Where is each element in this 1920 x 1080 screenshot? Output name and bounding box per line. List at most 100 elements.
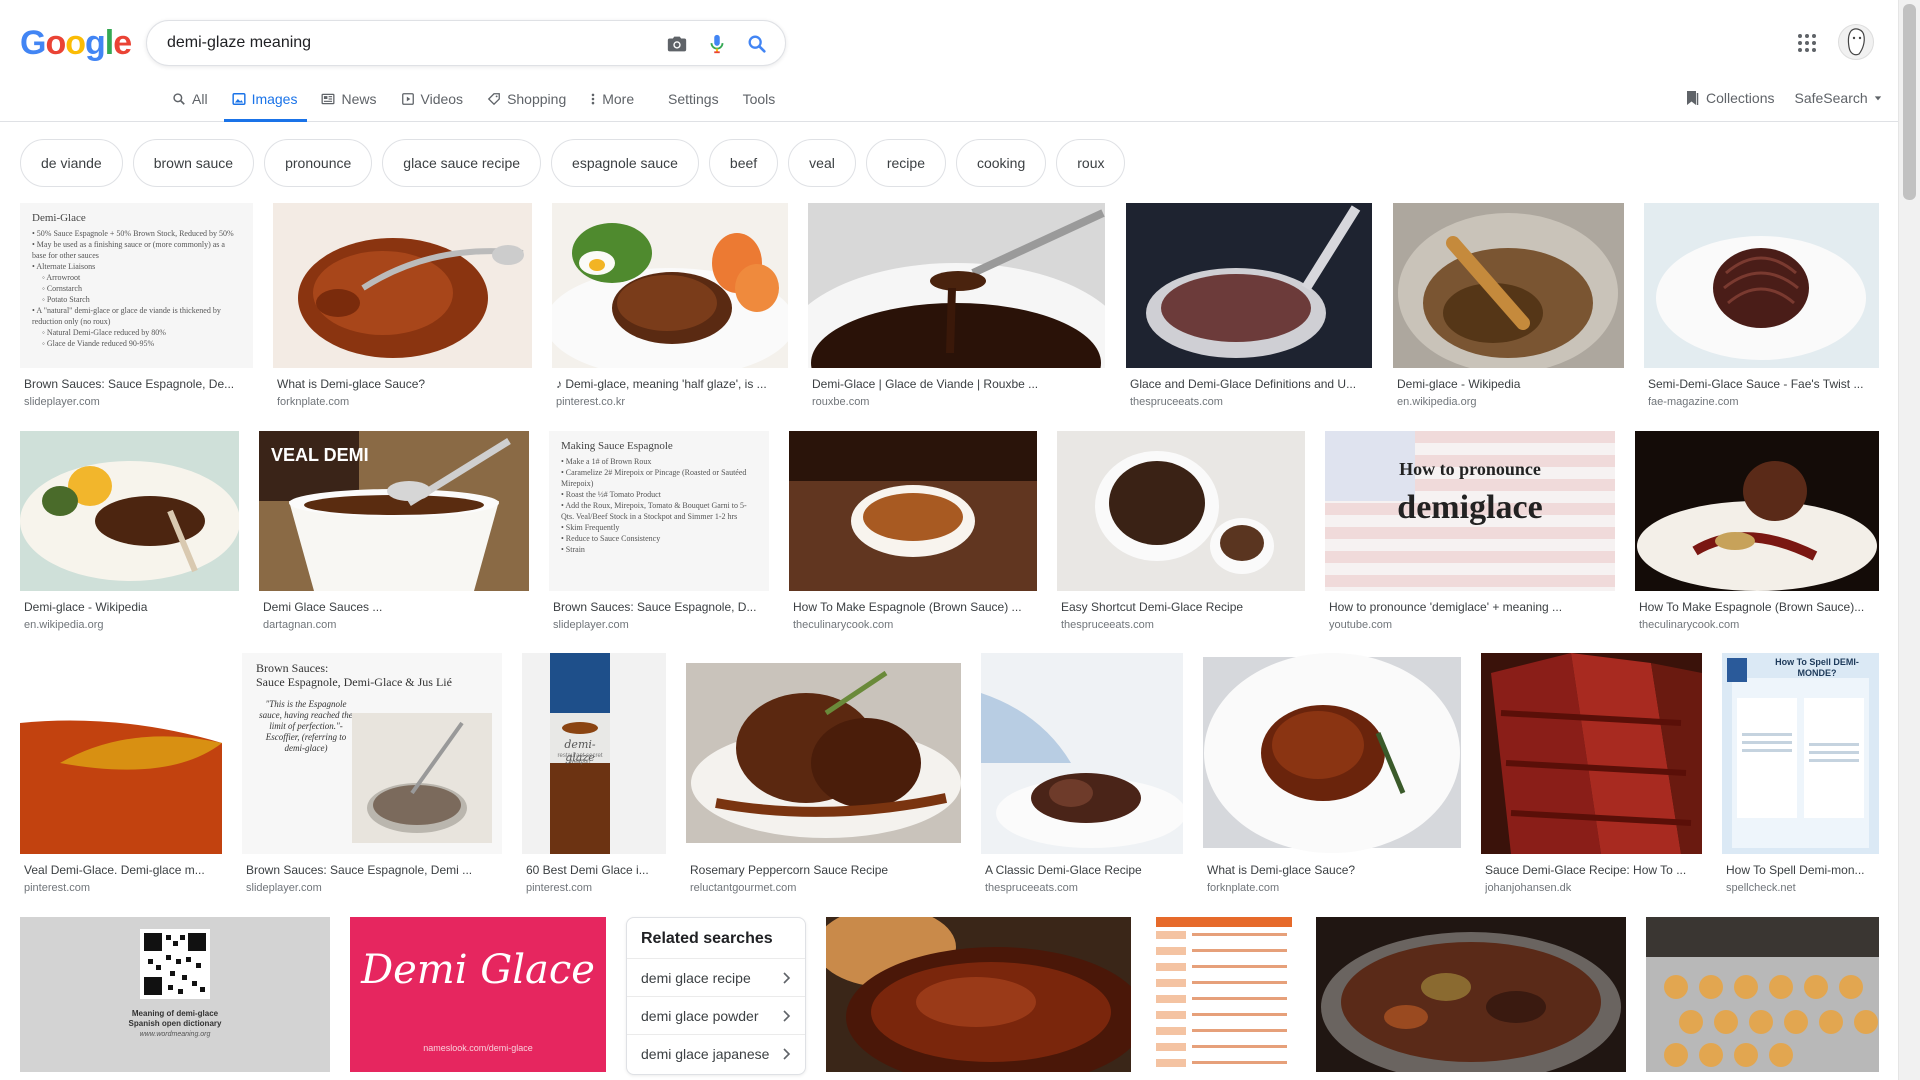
qr-code-icon xyxy=(140,929,210,999)
chip[interactable]: espagnole sauce xyxy=(551,139,699,187)
image-result[interactable]: demi-glaze restaurant secret weapon 60 B… xyxy=(522,653,666,898)
chip[interactable]: recipe xyxy=(865,139,946,187)
tab-news[interactable]: News xyxy=(313,85,386,122)
result-caption: Demi-Glace | Glace de Viande | Rouxbe ..… xyxy=(812,377,1039,391)
image-result[interactable] xyxy=(1646,917,1879,1072)
search-icon xyxy=(173,93,185,105)
image-result[interactable]: Sauce Demi-Glace Recipe: How To ... joha… xyxy=(1481,653,1702,898)
result-source: pinterest.com xyxy=(526,882,593,894)
thumb-label: restaurant secret weapon xyxy=(557,753,603,765)
chip[interactable]: cooking xyxy=(955,139,1047,187)
result-thumbnail xyxy=(686,653,961,854)
tab-label: Images xyxy=(251,91,298,107)
image-result[interactable]: A Classic Demi-Glace Recipe thespruceeat… xyxy=(981,653,1183,898)
avatar[interactable] xyxy=(1838,24,1874,60)
safesearch-menu[interactable]: SafeSearch xyxy=(1794,90,1881,106)
chip[interactable]: beef xyxy=(708,139,779,187)
image-result[interactable] xyxy=(826,917,1131,1072)
tools-link[interactable]: Tools xyxy=(743,91,776,107)
image-result[interactable]: Demi-glace - Wikipedia en.wikipedia.org xyxy=(1393,203,1624,413)
chip[interactable]: brown sauce xyxy=(132,139,255,187)
image-result[interactable]: Glace and Demi-Glace Definitions and U..… xyxy=(1126,203,1372,413)
result-thumbnail xyxy=(1635,431,1879,591)
image-result[interactable] xyxy=(1316,917,1626,1072)
tab-all[interactable]: All xyxy=(164,85,218,122)
tab-more[interactable]: More xyxy=(582,85,644,122)
tab-shopping[interactable]: Shopping xyxy=(479,85,576,122)
image-result[interactable]: Meaning of demi-glace Spanish open dicti… xyxy=(20,917,330,1072)
thumb-line: ◦ Glace de Viande reduced 90-95% xyxy=(42,339,155,348)
result-source: youtube.com xyxy=(1329,619,1392,631)
image-result[interactable]: Rosemary Peppercorn Sauce Recipe relucta… xyxy=(686,653,961,898)
result-source: rouxbe.com xyxy=(812,396,870,408)
thumb-title: Making Sauce Espagnole xyxy=(561,440,673,452)
result-source: fae-magazine.com xyxy=(1648,396,1739,408)
result-thumbnail: Brown Sauces: Sauce Espagnole, Demi-Glac… xyxy=(242,653,502,854)
microphone-icon[interactable] xyxy=(705,32,729,56)
image-result[interactable]: How To Make Espagnole (Brown Sauce) ... … xyxy=(789,431,1037,636)
chip[interactable]: pronounce xyxy=(264,139,373,187)
settings-link[interactable]: Settings xyxy=(668,91,719,107)
thumb-line: • Alternate Liaisons xyxy=(32,262,96,271)
apps-grid-icon[interactable] xyxy=(1795,31,1819,55)
tab-label: News xyxy=(341,91,377,107)
chevron-right-icon xyxy=(783,1009,791,1022)
result-caption: Veal Demi-Glace. Demi-glace m... xyxy=(24,863,205,877)
chip[interactable]: roux xyxy=(1056,139,1126,187)
thumb-line: • Roast the ½# Tomato Product xyxy=(561,490,661,499)
image-result[interactable]: Veal Demi-Glace. Demi-glace m... pintere… xyxy=(20,653,222,898)
image-result[interactable]: Brown Sauces: Sauce Espagnole, Demi-Glac… xyxy=(242,653,502,898)
thumb-label: How to pronounce xyxy=(1399,459,1541,479)
image-result[interactable]: How To Make Espagnole (Brown Sauce)... t… xyxy=(1635,431,1879,636)
image-result[interactable]: Demi-glace - Wikipedia en.wikipedia.org xyxy=(20,431,239,636)
result-caption: Demi Glace Sauces ... xyxy=(263,600,383,614)
result-thumbnail xyxy=(981,653,1183,854)
result-thumbnail: How to pronounce demiglace xyxy=(1325,431,1615,591)
camera-icon[interactable] xyxy=(665,32,689,56)
tab-images[interactable]: Images xyxy=(223,85,308,122)
result-caption: Rosemary Peppercorn Sauce Recipe xyxy=(690,863,889,877)
thumb-line: • Caramelize 2# Mirepoix or Pincage (Roa… xyxy=(561,468,747,488)
image-result[interactable]: How to pronounce demiglace How to pronou… xyxy=(1325,431,1615,636)
result-caption: A Classic Demi-Glace Recipe xyxy=(985,863,1142,877)
image-result[interactable]: ♪ Demi-glace, meaning 'half glaze', is .… xyxy=(552,203,788,413)
result-caption: Brown Sauces: Sauce Espagnole, Demi ... xyxy=(246,863,473,877)
image-result[interactable]: Demi-Glace | Glace de Viande | Rouxbe ..… xyxy=(808,203,1105,413)
result-caption: Sauce Demi-Glace Recipe: How To ... xyxy=(1485,863,1687,877)
image-result[interactable]: What is Demi-glace Sauce? forknplate.com xyxy=(1203,653,1461,898)
image-result[interactable]: Semi-Demi-Glace Sauce - Fae's Twist ... … xyxy=(1644,203,1879,413)
image-result[interactable]: Making Sauce Espagnole • Make a 1# of Br… xyxy=(549,431,769,636)
image-result[interactable]: Demi Glace nameslook.com/demi-glace xyxy=(350,917,606,1072)
search-icon[interactable] xyxy=(745,32,769,56)
chip[interactable]: veal xyxy=(788,139,856,187)
result-source: slideplayer.com xyxy=(246,882,322,894)
scrollbar-thumb[interactable] xyxy=(1903,4,1916,200)
page-scrollbar[interactable] xyxy=(1898,0,1920,1080)
result-thumbnail xyxy=(1316,917,1626,1072)
refinement-chips: de viande brown sauce pronounce glace sa… xyxy=(20,139,1126,187)
tab-videos[interactable]: Videos xyxy=(393,85,474,122)
related-search-label: demi glace japanese xyxy=(641,1046,770,1062)
image-result[interactable]: How To Spell DEMI-MONDE? How To Spell De… xyxy=(1722,653,1879,898)
image-result[interactable] xyxy=(1156,917,1292,1072)
result-thumbnail xyxy=(20,653,222,854)
chip[interactable]: glace sauce recipe xyxy=(382,139,542,187)
image-result[interactable]: Easy Shortcut Demi-Glace Recipe thespruc… xyxy=(1057,431,1305,636)
image-result[interactable]: What is Demi-glace Sauce? forknplate.com xyxy=(273,203,532,413)
related-search-item[interactable]: demi glace powder xyxy=(627,997,805,1035)
related-search-item[interactable]: demi glace japanese xyxy=(627,1035,805,1073)
result-source: theculinarycook.com xyxy=(793,619,894,631)
result-source: en.wikipedia.org xyxy=(24,619,104,631)
result-source: theculinarycook.com xyxy=(1639,619,1740,631)
collections-link[interactable]: Collections xyxy=(1686,90,1774,106)
related-search-item[interactable]: demi glace recipe xyxy=(627,959,805,997)
image-result[interactable]: Demi-Glace • 50% Sauce Espagnole + 50% B… xyxy=(20,203,253,413)
search-input[interactable] xyxy=(167,31,637,55)
result-thumbnail xyxy=(1393,203,1624,368)
image-result[interactable]: VEAL DEMI Demi Glace Sauces ... dartagna… xyxy=(259,431,529,636)
thumb-line: ◦ Potato Starch xyxy=(42,295,90,304)
related-search-label: demi glace powder xyxy=(641,1007,759,1024)
google-logo[interactable]: Google xyxy=(20,24,132,63)
chip[interactable]: de viande xyxy=(20,139,123,187)
tag-icon xyxy=(487,93,500,106)
